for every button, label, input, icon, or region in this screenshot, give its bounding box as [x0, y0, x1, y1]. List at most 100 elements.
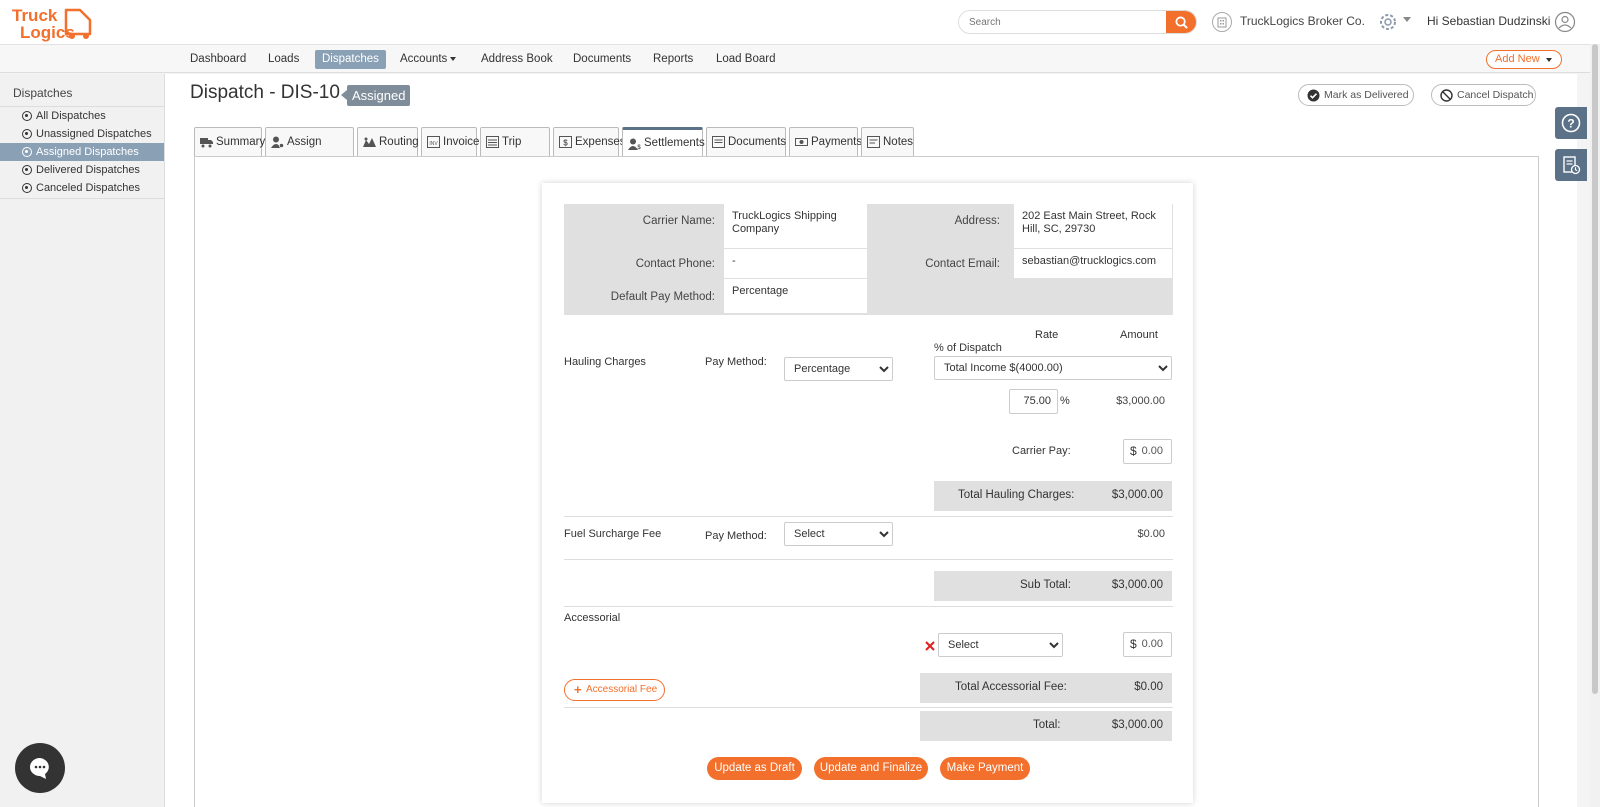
sidebar-item-all-dispatches[interactable]: All Dispatches [0, 107, 164, 125]
tab-label: Expenses [575, 136, 626, 148]
carrier-name-value: TruckLogics Shipping Company [724, 204, 867, 248]
divider [564, 606, 1173, 607]
help-button[interactable]: ? [1555, 107, 1587, 139]
update-as-draft-button[interactable]: Update as Draft [707, 757, 802, 780]
company-name[interactable]: TruckLogics Broker Co. [1240, 14, 1365, 28]
default-pay-method-label: Default Pay Method: [610, 291, 715, 303]
page-title: Dispatch - DIS-10 [190, 82, 340, 103]
radio-dot-icon [22, 111, 32, 121]
nav-address-book[interactable]: Address Book [474, 50, 560, 69]
nav-loads[interactable]: Loads [261, 50, 306, 69]
user-avatar-icon[interactable] [1554, 11, 1576, 33]
scrollbar-thumb[interactable] [1592, 44, 1598, 694]
svg-text:INV: INV [429, 141, 438, 147]
contact-phone-value: - [724, 249, 867, 278]
subtotal-value: $3,000.00 [1111, 579, 1163, 591]
search-button[interactable] [1166, 11, 1196, 33]
carrier-info-table: Carrier Name: TruckLogics Shipping Compa… [564, 204, 1173, 315]
sidebar-item-label: Unassigned Dispatches [36, 128, 152, 140]
carrier-pay-value: 0.00 [1141, 445, 1163, 457]
total-label: Total: [1033, 719, 1061, 731]
carrier-name-label: Carrier Name: [642, 215, 715, 227]
add-accessorial-fee-button[interactable]: + Accessorial Fee [564, 679, 665, 701]
tab-label: Documents [728, 136, 787, 148]
hauling-amount: $3,000.00 [1116, 395, 1165, 407]
trucklogics-logo[interactable]: Truck Logics [10, 4, 96, 42]
sidebar-item-label: Delivered Dispatches [36, 164, 140, 176]
notes-panel-button[interactable] [1555, 149, 1587, 181]
sidebar-item-label: All Dispatches [36, 110, 106, 122]
sidebar: Dispatches All Dispatches Unassigned Dis… [0, 74, 165, 807]
update-and-finalize-button[interactable]: Update and Finalize [814, 757, 928, 780]
sidebar-item-canceled-dispatches[interactable]: Canceled Dispatches [0, 179, 164, 197]
carrier-pay-input[interactable]: $0.00 [1123, 439, 1172, 464]
sidebar-item-assigned-dispatches[interactable]: Assigned Dispatches [0, 143, 164, 161]
dollar-sign: $ [1130, 637, 1137, 651]
radio-dot-icon [22, 147, 32, 157]
nav-accounts[interactable]: Accounts [393, 50, 463, 69]
make-payment-button[interactable]: Make Payment [940, 757, 1030, 780]
dispatch-base-select[interactable]: Total Income $(4000.00) [934, 356, 1172, 380]
expenses-icon: $ [559, 136, 572, 148]
sidebar-item-label: Canceled Dispatches [36, 182, 140, 194]
truck-icon [200, 138, 213, 148]
tab-payments[interactable]: Payments [789, 127, 862, 157]
sidebar-item-unassigned-dispatches[interactable]: Unassigned Dispatches [0, 125, 164, 143]
amount-header: Amount [1120, 329, 1158, 341]
tab-notes[interactable]: Notes [861, 127, 914, 157]
user-greeting[interactable]: Hi Sebastian Dudzinski [1427, 14, 1550, 28]
add-new-label: Add New [1495, 53, 1540, 65]
tab-documents[interactable]: Documents [706, 127, 786, 157]
tab-label: Notes [883, 136, 914, 148]
svg-text:$: $ [637, 145, 641, 150]
hauling-pay-method-label: Pay Method: [705, 356, 767, 368]
tab-assign-carrier[interactable]: Assign Carrier [265, 127, 354, 176]
rate-input[interactable]: 75.00 [1009, 389, 1058, 414]
fuel-pay-method-select[interactable]: Select [784, 522, 893, 546]
total-bar: Total: $3,000.00 [920, 711, 1172, 741]
cancel-dispatch-button[interactable]: Cancel Dispatch [1431, 84, 1536, 106]
nav-dashboard[interactable]: Dashboard [183, 50, 253, 69]
nav-dispatches[interactable]: Dispatches [315, 50, 386, 69]
accessorial-select[interactable]: Select [938, 633, 1063, 657]
tab-label: Summary [216, 136, 266, 148]
chat-widget-button[interactable] [15, 743, 65, 793]
tab-trip-sheet[interactable]: Trip Sheet [480, 127, 550, 176]
plus-icon: + [574, 682, 582, 697]
total-accessorial-bar: Total Accessorial Fee: $0.00 [920, 673, 1172, 703]
accessorial-amount-input[interactable]: $0.00 [1123, 632, 1172, 657]
tab-invoice[interactable]: INV Invoice [421, 127, 479, 157]
add-new-button[interactable]: Add New [1486, 50, 1562, 69]
company-icon[interactable] [1212, 12, 1232, 32]
sidebar-item-label: Assigned Dispatches [36, 146, 139, 158]
tab-summary[interactable]: Summary [194, 127, 266, 157]
user-gear-icon [271, 136, 284, 148]
total-value: $3,000.00 [1111, 719, 1163, 731]
address-label: Address: [954, 215, 1000, 227]
search-input[interactable] [959, 11, 1164, 33]
chevron-down-icon[interactable] [1403, 17, 1411, 22]
contact-email-label: Contact Email: [925, 258, 1000, 270]
hauling-pay-method-select[interactable]: Percentage [784, 357, 893, 381]
nav-documents[interactable]: Documents [566, 50, 638, 69]
page-scrollbar[interactable] [1590, 44, 1600, 807]
tab-expenses[interactable]: $ Expenses [553, 127, 626, 157]
tab-settlements[interactable]: $ Settlements [622, 127, 705, 157]
divider [564, 707, 1173, 708]
tab-routing[interactable]: Routing [357, 127, 419, 157]
radio-dot-icon [22, 165, 32, 175]
cancel-circle-icon [1440, 89, 1453, 102]
sidebar-item-delivered-dispatches[interactable]: Delivered Dispatches [0, 161, 164, 179]
gear-icon[interactable] [1377, 11, 1399, 33]
sheet-icon [486, 136, 499, 148]
nav-reports[interactable]: Reports [646, 50, 700, 69]
mark-as-delivered-button[interactable]: Mark as Delivered [1298, 84, 1414, 106]
nav-load-board[interactable]: Load Board [709, 50, 782, 69]
svg-text:?: ? [1567, 117, 1574, 131]
accessorial-label: Accessorial [564, 612, 621, 624]
hauling-charges-label: Hauling Charges [564, 356, 646, 368]
default-pay-method-value: Percentage [724, 279, 867, 313]
cancel-dispatch-label: Cancel Dispatch [1457, 89, 1534, 101]
add-accessorial-label: Accessorial Fee [586, 684, 658, 695]
remove-accessorial-icon[interactable] [925, 641, 935, 651]
